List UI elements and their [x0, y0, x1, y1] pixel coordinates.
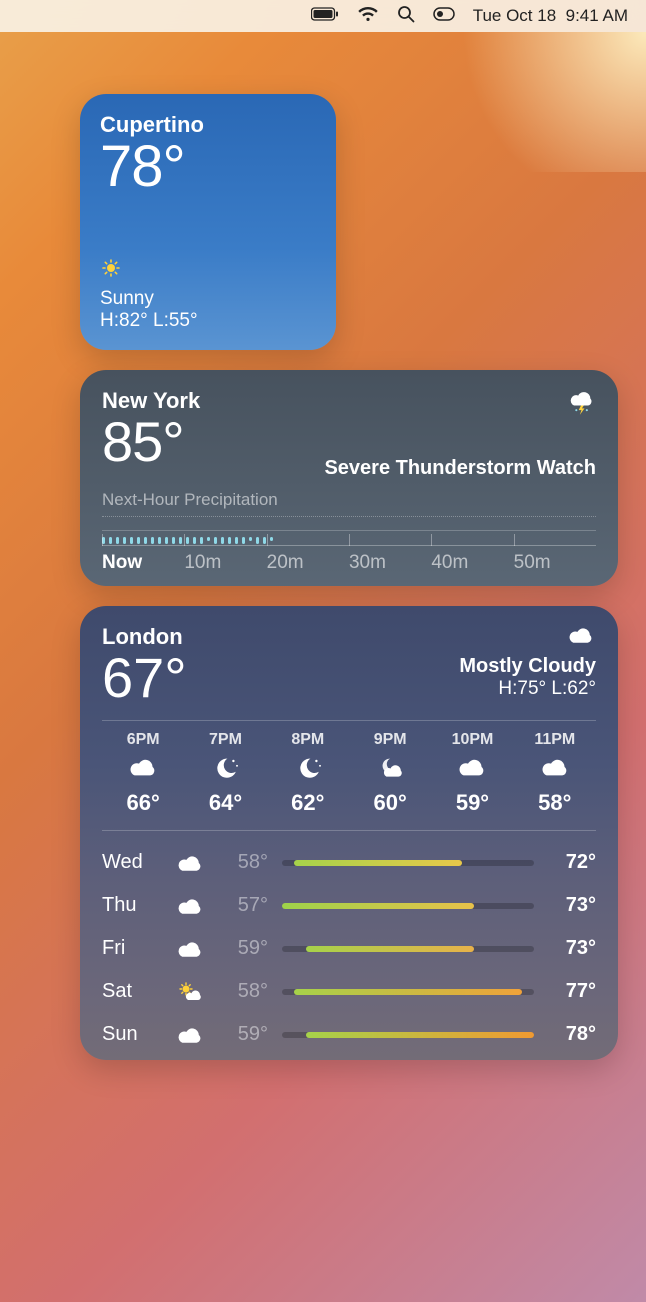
hourly-item: 10PM 59°: [431, 731, 513, 816]
hourly-item: 9PM 60°: [349, 731, 431, 816]
daily-row: Wed 58° 72°: [102, 841, 596, 884]
battery-icon: [311, 6, 339, 26]
spotlight-icon[interactable]: [397, 5, 415, 28]
partly-icon: [166, 981, 214, 1003]
precipitation-timescale: Now10m20m30m40m50m: [102, 552, 596, 574]
cloud-icon: [166, 1024, 214, 1046]
day-high: 78°: [548, 1023, 596, 1046]
menu-bar: Tue Oct 18 9:41 AM: [0, 0, 646, 32]
temp-range-bar: [282, 1032, 534, 1038]
status-icons: [311, 5, 455, 28]
high-low-text: H:75° L:62°: [459, 678, 596, 700]
temp-range-bar: [282, 946, 534, 952]
cloud-icon: [166, 938, 214, 960]
condition-text: Sunny: [100, 288, 316, 310]
hourly-forecast: 6PM 66° 7PM 64° 8PM 62° 9PM 60° 10PM 59° 11PM 58°: [102, 731, 596, 816]
day-low: 58°: [214, 980, 268, 1003]
hour-label: 6PM: [127, 731, 160, 749]
day-high: 72°: [548, 851, 596, 874]
timescale-tick: Now: [102, 552, 184, 574]
widget-column: Cupertino 78° Sunny H:82° L:55° New York…: [80, 94, 618, 1080]
night-cloud-icon: [375, 755, 405, 784]
temp-range-bar: [282, 989, 534, 995]
cloud-icon: [166, 895, 214, 917]
hour-label: 10PM: [452, 731, 494, 749]
cloud-icon: [166, 852, 214, 874]
daily-row: Sat 58° 77°: [102, 970, 596, 1013]
hour-temp: 60°: [374, 790, 407, 816]
precipitation-chart: [102, 516, 596, 546]
temp-range-bar: [282, 860, 534, 866]
night-clear-icon: [293, 755, 323, 784]
hour-temp: 62°: [291, 790, 324, 816]
timescale-tick: 50m: [514, 552, 596, 574]
hourly-item: 11PM 58°: [514, 731, 596, 816]
hour-temp: 64°: [209, 790, 242, 816]
hourly-item: 7PM 64°: [184, 731, 266, 816]
timescale-tick: 30m: [349, 552, 431, 574]
day-name: Sun: [102, 1023, 166, 1046]
cloud-icon: [540, 755, 570, 784]
menu-bar-clock[interactable]: Tue Oct 18 9:41 AM: [473, 6, 628, 26]
divider: [102, 720, 596, 721]
day-high: 73°: [548, 894, 596, 917]
hour-temp: 58°: [538, 790, 571, 816]
day-low: 58°: [214, 851, 268, 874]
cloud-icon: [566, 624, 596, 651]
hourly-item: 8PM 62°: [267, 731, 349, 816]
daily-row: Thu 57° 73°: [102, 884, 596, 927]
current-temperature: 85°: [102, 414, 200, 470]
timescale-tick: 20m: [267, 552, 349, 574]
day-high: 77°: [548, 980, 596, 1003]
hour-temp: 59°: [456, 790, 489, 816]
precipitation-label: Next-Hour Precipitation: [102, 490, 596, 510]
weather-widget-newyork[interactable]: New York 85° Severe Thunderstorm Watch N…: [80, 370, 618, 586]
day-low: 59°: [214, 937, 268, 960]
cloud-icon: [128, 755, 158, 784]
weather-alert-text: Severe Thunderstorm Watch: [324, 457, 596, 480]
high-low-text: H:82° L:55°: [100, 310, 316, 332]
hour-label: 11PM: [534, 731, 575, 749]
timescale-tick: 40m: [431, 552, 513, 574]
sun-icon: [100, 257, 122, 284]
hour-label: 8PM: [291, 731, 324, 749]
night-clear-icon: [210, 755, 240, 784]
weather-widget-cupertino[interactable]: Cupertino 78° Sunny H:82° L:55°: [80, 94, 336, 350]
divider: [102, 830, 596, 831]
daily-forecast: Wed 58° 72° Thu 57° 73° Fri 59° 73° Sat 58° 77° Sun 5…: [102, 841, 596, 1056]
day-name: Wed: [102, 851, 166, 874]
day-low: 57°: [214, 894, 268, 917]
hourly-item: 6PM 66°: [102, 731, 184, 816]
control-center-icon[interactable]: [433, 6, 455, 26]
daily-row: Sun 59° 78°: [102, 1013, 596, 1056]
day-low: 59°: [214, 1023, 268, 1046]
cloud-icon: [457, 755, 487, 784]
day-high: 73°: [548, 937, 596, 960]
weather-widget-london[interactable]: London 67° Mostly Cloudy H:75° L:62° 6PM…: [80, 606, 618, 1060]
timescale-tick: 10m: [184, 552, 266, 574]
hour-label: 7PM: [209, 731, 242, 749]
day-name: Thu: [102, 894, 166, 917]
wifi-icon[interactable]: [357, 6, 379, 27]
temp-range-bar: [282, 903, 534, 909]
hour-label: 9PM: [374, 731, 407, 749]
condition-text: Mostly Cloudy: [459, 655, 596, 678]
day-name: Sat: [102, 980, 166, 1003]
daily-row: Fri 59° 73°: [102, 927, 596, 970]
current-temperature: 78°: [100, 138, 316, 196]
day-name: Fri: [102, 937, 166, 960]
hour-temp: 66°: [127, 790, 160, 816]
current-temperature: 67°: [102, 650, 187, 706]
thunderstorm-icon: [566, 388, 596, 421]
